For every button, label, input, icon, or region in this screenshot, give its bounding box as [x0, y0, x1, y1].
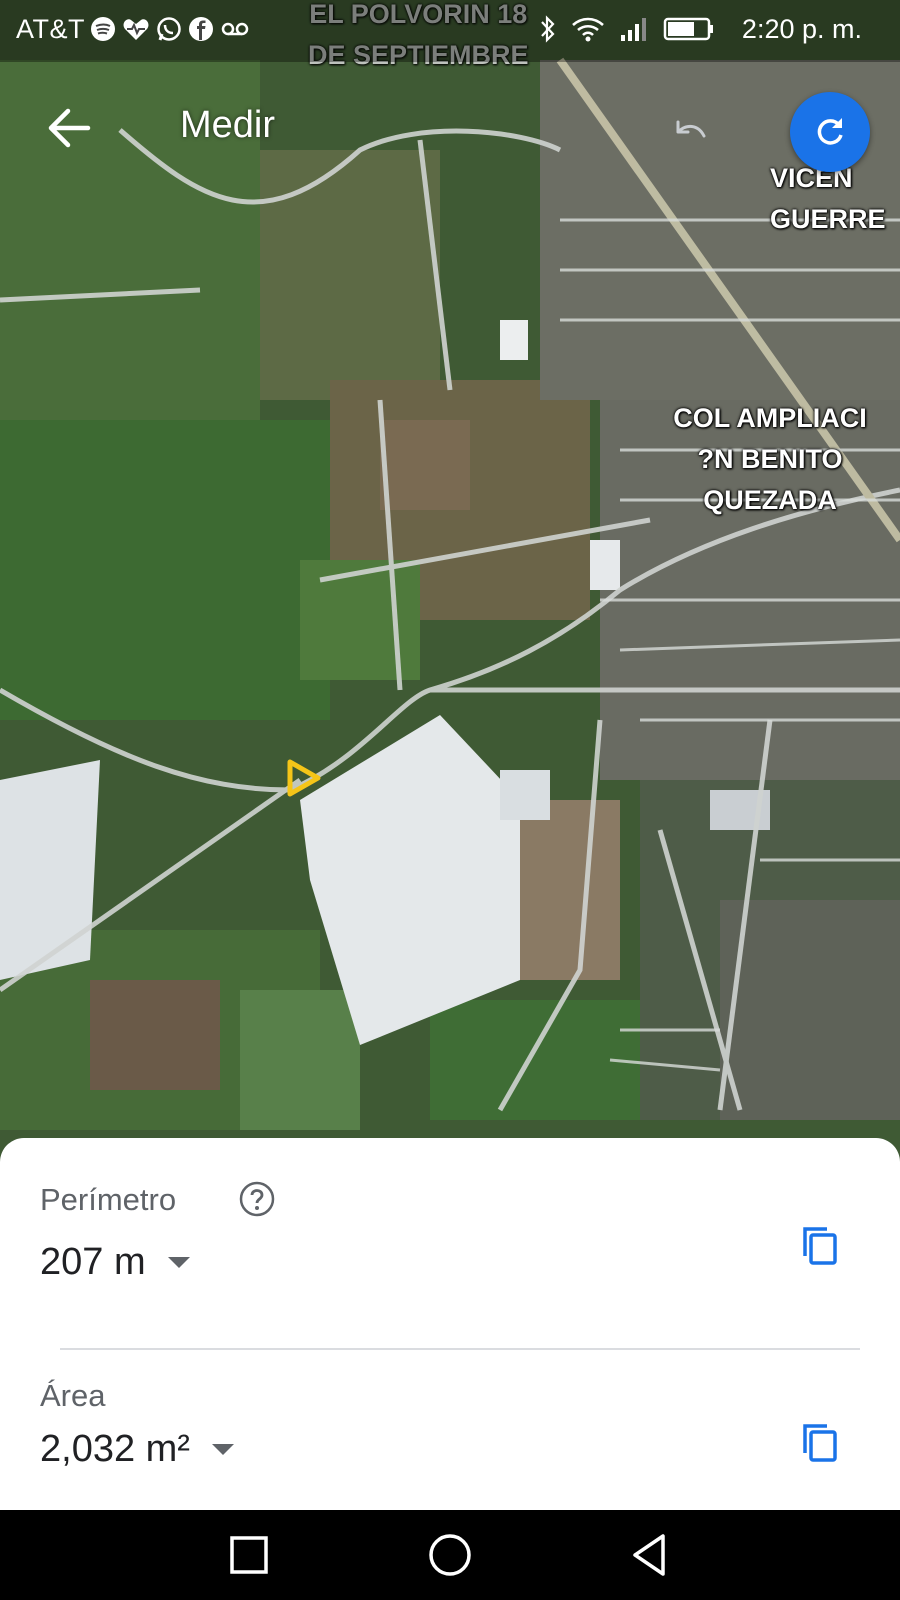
bluetooth-icon: [541, 15, 555, 43]
system-icons: [539, 14, 715, 44]
chevron-down-icon: [211, 1444, 234, 1455]
status-bar: AT&T 2:20 p. m.: [0, 0, 900, 62]
copy-perimeter-icon[interactable]: [798, 1222, 842, 1270]
undo-icon[interactable]: [668, 118, 712, 152]
perimeter-label: Perímetro: [40, 1182, 177, 1217]
chevron-down-icon: [167, 1257, 190, 1268]
health-icon: [123, 19, 149, 40]
facebook-icon: [189, 17, 213, 41]
back-triangle-icon[interactable]: [625, 1530, 675, 1580]
system-navigation-bar: [0, 1510, 900, 1600]
signal-icon: [621, 18, 646, 41]
spotify-icon: [91, 17, 115, 41]
measurement-sheet: Perímetro 207 m Área 2,032 m²: [0, 1138, 900, 1510]
whatsapp-icon: [157, 17, 181, 41]
area-value: 2,032 m²: [40, 1428, 190, 1470]
page-title: Medir: [180, 104, 276, 146]
help-icon[interactable]: [238, 1180, 276, 1218]
arrow-left-icon[interactable]: [40, 102, 100, 154]
refresh-button[interactable]: [790, 92, 870, 172]
carrier-name: AT&T: [16, 14, 85, 44]
area-unit-dropdown[interactable]: 2,032 m²: [40, 1428, 234, 1471]
app-header: Medir: [0, 62, 900, 202]
voicemail-icon: [221, 22, 249, 36]
wifi-icon: [572, 17, 604, 42]
recents-square-icon[interactable]: [224, 1530, 274, 1580]
map-label-col-ampliacion-benito-quezada: COL AMPLIACI ?N BENITO QUEZADA: [673, 403, 867, 515]
notification-icons: [90, 16, 250, 42]
battery-icon: [663, 17, 713, 41]
clock-time: 2:20 p. m.: [741, 14, 862, 44]
copy-area-icon[interactable]: [798, 1419, 842, 1467]
area-label: Área: [40, 1378, 106, 1413]
measure-point-marker[interactable]: [286, 758, 322, 798]
perimeter-unit-dropdown[interactable]: 207 m: [40, 1241, 190, 1284]
refresh-icon: [817, 118, 843, 145]
section-divider: [60, 1348, 860, 1350]
home-circle-icon[interactable]: [425, 1530, 475, 1580]
perimeter-value: 207 m: [40, 1241, 146, 1283]
